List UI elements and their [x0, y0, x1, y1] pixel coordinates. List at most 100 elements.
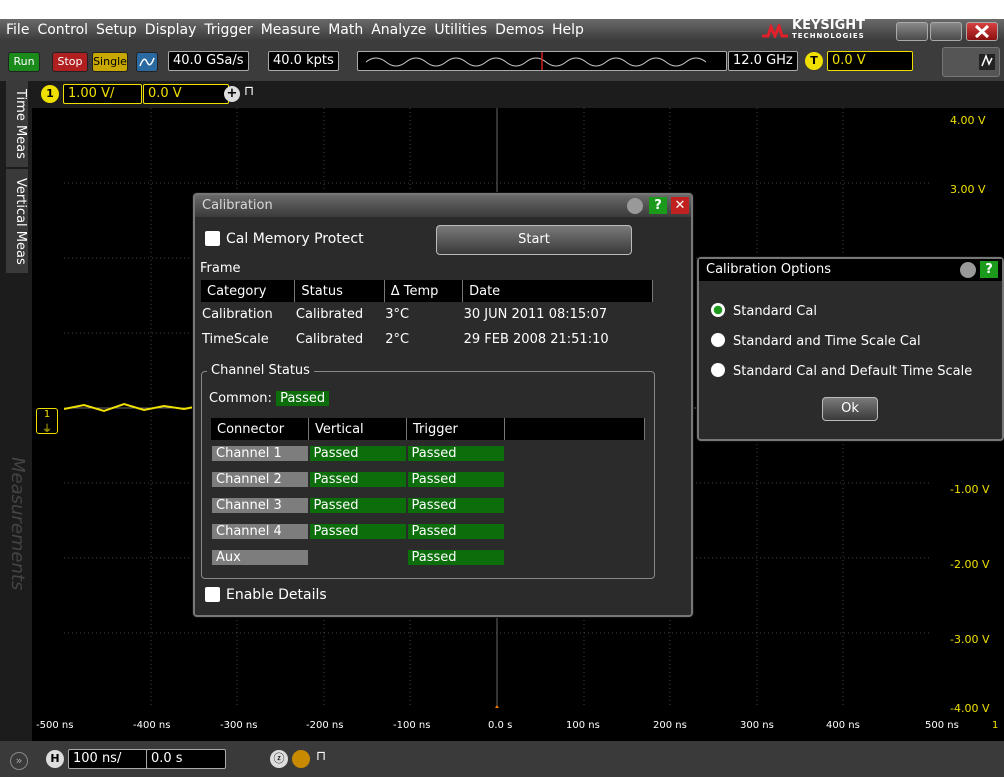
v-label: 3.00 V: [950, 183, 986, 196]
trigger-cell: Passed: [407, 445, 504, 461]
option-standard-default-timescale[interactable]: Standard Cal and Default Time Scale: [711, 363, 972, 379]
option-standard-cal[interactable]: Standard Cal: [711, 303, 817, 319]
connector-cell: Aux: [212, 549, 308, 565]
radio-icon[interactable]: [711, 363, 725, 377]
option-label: Standard Cal: [733, 304, 817, 319]
cal-memory-protect[interactable]: Cal Memory Protect: [205, 231, 364, 247]
tab-time-meas[interactable]: Time Meas: [6, 81, 28, 167]
frame-header: Δ Temp: [384, 280, 464, 302]
radio-icon[interactable]: [711, 333, 725, 347]
minimize-button[interactable]: [896, 22, 928, 41]
calibration-title: Calibration: [202, 198, 273, 213]
channel1-scale-field[interactable]: 1.00 V/: [63, 84, 142, 104]
vertical-cell: Passed: [309, 471, 406, 487]
close-button[interactable]: [966, 22, 998, 41]
menu-control[interactable]: Control: [33, 22, 92, 38]
enable-details[interactable]: Enable Details: [205, 587, 327, 603]
h-label: -500 ns: [36, 720, 74, 731]
checkbox-icon[interactable]: [205, 587, 220, 602]
autoscale-button[interactable]: [136, 52, 158, 72]
menu-trigger[interactable]: Trigger: [200, 22, 256, 38]
ok-button[interactable]: Ok: [822, 397, 878, 421]
v-label: -4.00 V: [950, 702, 990, 715]
radio-icon[interactable]: [711, 303, 725, 317]
timebase-scale-field[interactable]: 100 ns/: [68, 749, 148, 769]
h-label: 0.0 s: [488, 720, 513, 731]
bandwidth-field[interactable]: 12.0 GHz: [728, 51, 798, 71]
h-label: 500 ns: [925, 720, 959, 731]
frame-header: Status: [294, 280, 385, 302]
trigger-cell: Passed: [407, 497, 504, 513]
tab-vertical-meas[interactable]: Vertical Meas: [6, 169, 28, 273]
h-label: -300 ns: [220, 720, 258, 731]
maximize-button[interactable]: [930, 22, 962, 41]
menu-display[interactable]: Display: [141, 22, 201, 38]
side-tabs: Time Meas Vertical Meas Measurements: [0, 81, 32, 741]
menu-measure[interactable]: Measure: [257, 22, 325, 38]
trigger-cell: Passed: [407, 549, 504, 565]
menu-setup[interactable]: Setup: [92, 22, 141, 38]
h-label: 200 ns: [653, 720, 687, 731]
menu-analyze[interactable]: Analyze: [367, 22, 430, 38]
h-label: 400 ns: [826, 720, 860, 731]
menu-utilities[interactable]: Utilities: [430, 22, 491, 38]
frame-cell: Calibrated: [295, 332, 364, 347]
frame-header: Category: [201, 280, 296, 302]
add-channel-icon[interactable]: +: [224, 86, 240, 102]
gear-icon[interactable]: [960, 262, 976, 278]
table-row: TimeScale Calibrated 2°C 29 FEB 2008 21:…: [201, 327, 653, 352]
trigger-cell: Passed: [407, 523, 504, 539]
zoom-icon[interactable]: ⓩ: [270, 750, 288, 768]
close-icon[interactable]: ✕: [671, 197, 689, 214]
channel-status-table: Connector Vertical Trigger Channel 1 Pass…: [211, 418, 645, 570]
channel1-offset-field[interactable]: 0.0 V: [143, 84, 229, 104]
v-label: -2.00 V: [950, 558, 990, 571]
calibration-dialog: Calibration ? ✕ Cal Memory Protect Start…: [193, 193, 693, 617]
help-icon[interactable]: ?: [649, 197, 667, 214]
v-label: 4.00 V: [950, 114, 986, 127]
h-label: -400 ns: [133, 720, 171, 731]
checkbox-icon[interactable]: [205, 231, 220, 246]
stop-button[interactable]: Stop: [52, 52, 88, 72]
touch-toggle-button[interactable]: [942, 47, 1000, 77]
frame-cell: 2°C: [385, 332, 410, 347]
frame-cell: 30 JUN 2011 08:15:07: [463, 307, 608, 322]
sample-rate-field[interactable]: 40.0 GSa/s: [168, 51, 249, 71]
table-row: Channel 1 Passed Passed: [211, 440, 645, 466]
common-label: Common:: [209, 391, 272, 406]
frame-cell: Calibrated: [295, 307, 364, 322]
acquisition-icon[interactable]: [292, 750, 310, 768]
channel1-ground-marker[interactable]: 1 ⏚: [36, 408, 58, 435]
options-title: Calibration Options: [706, 262, 832, 277]
gear-icon[interactable]: [627, 198, 643, 214]
menu-file[interactable]: File: [0, 22, 33, 38]
channel-row: 1 1.00 V/ 0.0 V + ⊓: [32, 81, 1004, 108]
help-icon[interactable]: ?: [980, 261, 998, 278]
channel1-badge[interactable]: 1: [41, 85, 59, 103]
option-label: Standard and Time Scale Cal: [733, 334, 921, 349]
menu-math[interactable]: Math: [324, 22, 367, 38]
expand-icon[interactable]: »: [10, 752, 28, 770]
option-standard-timescale-cal[interactable]: Standard and Time Scale Cal: [711, 333, 921, 349]
pin-icon[interactable]: ⊓: [316, 749, 326, 764]
horizontal-badge[interactable]: H: [46, 750, 64, 768]
memory-depth-field[interactable]: 40.0 kpts: [268, 51, 339, 71]
menu-demos[interactable]: Demos: [491, 22, 548, 38]
horizontal-controls: » H 100 ns/ 0.0 s ⓩ ⊓: [0, 741, 1004, 777]
common-status: Common: Passed: [209, 391, 330, 406]
vertical-cell: Passed: [309, 523, 406, 539]
channel-header: Vertical: [308, 418, 407, 440]
pin-icon[interactable]: ⊓: [244, 84, 254, 99]
frame-cell: Calibration: [202, 307, 273, 322]
timebase-position-field[interactable]: 0.0 s: [146, 749, 226, 769]
start-button[interactable]: Start: [436, 225, 632, 255]
waveform-overview[interactable]: [357, 51, 727, 71]
close-icon: [974, 24, 990, 39]
trigger-level-field[interactable]: 0.0 V: [827, 51, 913, 71]
frame-label: Frame: [200, 261, 241, 276]
h-label: 300 ns: [740, 720, 774, 731]
run-button[interactable]: Run: [8, 52, 40, 72]
menu-help[interactable]: Help: [548, 22, 588, 38]
single-button[interactable]: Single: [92, 52, 128, 72]
options-title-bar: Calibration Options ?: [699, 259, 1002, 281]
